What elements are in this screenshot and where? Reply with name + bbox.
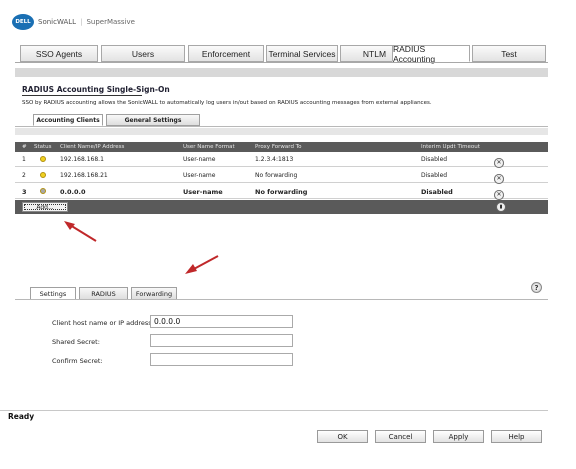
tab-sso-agents[interactable]: SSO Agents bbox=[20, 45, 98, 62]
apply-button[interactable]: Apply bbox=[433, 430, 484, 443]
row-format: User-name bbox=[183, 156, 216, 163]
brand-name: SonicWALL bbox=[38, 18, 77, 26]
subtab-divider bbox=[15, 126, 548, 127]
row-proxy: No forwarding bbox=[255, 188, 308, 196]
arrow-to-add-button bbox=[64, 221, 97, 242]
confirm-secret-label: Confirm Secret: bbox=[52, 357, 103, 365]
top-tab-bar: SSO Agents Users Enforcement Terminal Se… bbox=[20, 44, 546, 64]
tab-radius-accounting[interactable]: RADIUS Accounting bbox=[392, 44, 470, 64]
add-button[interactable]: Add... bbox=[22, 202, 68, 212]
host-label: Client host name or IP address: bbox=[52, 319, 154, 327]
col-user-format: User Name Format bbox=[183, 144, 235, 150]
lower-tab-divider bbox=[15, 299, 548, 300]
delete-icon[interactable]: ✕ bbox=[494, 158, 504, 168]
model-name: SuperMassive bbox=[86, 18, 135, 26]
row-format: User-name bbox=[183, 188, 223, 196]
page-title: RADIUS Accounting Single-Sign-On bbox=[22, 85, 170, 94]
tab-test[interactable]: Test bbox=[472, 45, 546, 62]
delete-icon[interactable]: ✕ bbox=[494, 190, 504, 200]
shared-secret-input[interactable] bbox=[150, 334, 293, 347]
dell-logo: DELL bbox=[12, 14, 34, 30]
row-timeout: Disabled bbox=[421, 188, 453, 196]
row-client: 192.168.168.1 bbox=[60, 156, 104, 163]
tab-enforcement[interactable]: Enforcement bbox=[188, 45, 264, 62]
status-dot bbox=[40, 156, 46, 162]
row-number: 3 bbox=[22, 188, 27, 196]
row-number: 2 bbox=[22, 172, 26, 179]
brand-divider: | bbox=[80, 18, 83, 26]
title-divider bbox=[22, 95, 142, 96]
host-input[interactable]: 0.0.0.0 bbox=[150, 315, 293, 328]
confirm-secret-input[interactable] bbox=[150, 353, 293, 366]
help-icon[interactable]: ? bbox=[531, 282, 542, 293]
col-proxy: Proxy Forward To bbox=[255, 144, 302, 150]
tab-accounting-clients[interactable]: Accounting Clients bbox=[33, 114, 103, 126]
delete-icon[interactable]: ✕ bbox=[494, 174, 504, 184]
top-tab-divider bbox=[15, 62, 548, 63]
tab-general-settings[interactable]: General Settings bbox=[106, 114, 200, 126]
subtab-band bbox=[15, 128, 548, 135]
status-text: Ready bbox=[8, 412, 35, 421]
help-button[interactable]: Help bbox=[491, 430, 542, 443]
col-timeout: Interim Updt Timeout bbox=[421, 144, 480, 150]
table-row[interactable]: 2 192.168.168.21 User-name No forwarding… bbox=[15, 168, 548, 184]
col-client: Client Name/IP Address bbox=[60, 144, 125, 150]
shared-secret-label: Shared Secret: bbox=[52, 338, 100, 346]
table-header: # Status Client Name/IP Address User Nam… bbox=[15, 142, 548, 152]
status-dot bbox=[40, 172, 46, 178]
row-format: User-name bbox=[183, 172, 216, 179]
status-dot bbox=[40, 188, 46, 194]
row-proxy: 1.2.3.4:1813 bbox=[255, 156, 294, 163]
status-divider bbox=[0, 410, 548, 411]
row-timeout: Disabled bbox=[421, 172, 448, 179]
header-band bbox=[15, 68, 548, 77]
ok-button[interactable]: OK bbox=[317, 430, 368, 443]
col-status: Status bbox=[34, 144, 52, 150]
cancel-button[interactable]: Cancel bbox=[375, 430, 426, 443]
arrow-to-lower-tabs bbox=[185, 255, 219, 274]
stats-icon[interactable]: ▮ bbox=[496, 202, 506, 212]
col-number: # bbox=[22, 144, 27, 150]
section-description: SSO by RADIUS accounting allows the Soni… bbox=[22, 100, 432, 106]
tab-users[interactable]: Users bbox=[101, 45, 185, 62]
row-number: 1 bbox=[22, 156, 26, 163]
row-client: 0.0.0.0 bbox=[60, 188, 86, 196]
row-proxy: No forwarding bbox=[255, 172, 298, 179]
row-timeout: Disabled bbox=[421, 156, 448, 163]
table-row[interactable]: 1 192.168.168.1 User-name 1.2.3.4:1813 D… bbox=[15, 152, 548, 168]
brand-title: SonicWALL | SuperMassive bbox=[38, 18, 135, 26]
tab-terminal-services[interactable]: Terminal Services bbox=[266, 45, 338, 62]
row-client: 192.168.168.21 bbox=[60, 172, 108, 179]
logo-text: DELL bbox=[15, 19, 31, 25]
table-footer: Add... ▮ bbox=[15, 200, 548, 214]
table-row[interactable]: 3 0.0.0.0 User-name No forwarding Disabl… bbox=[15, 184, 548, 200]
